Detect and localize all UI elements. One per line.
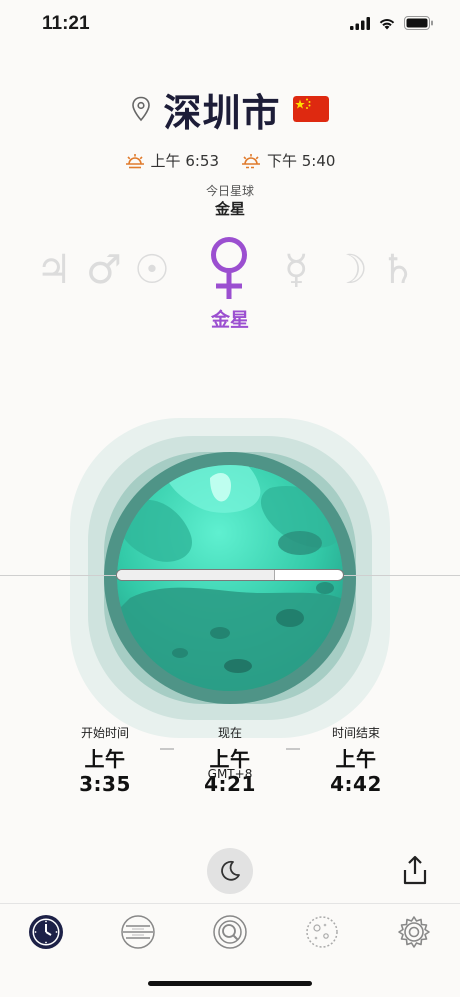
hour-progress-bar (116, 569, 344, 581)
sunset: 下午 5:40 (241, 150, 335, 171)
saturn-symbol-icon[interactable]: ♄ (380, 250, 416, 290)
time-separator (160, 748, 174, 750)
mars-symbol-icon[interactable]: ♂ (86, 250, 122, 290)
current-planet-name: 金星 (210, 309, 249, 331)
now-time-label: 现在 (217, 726, 242, 740)
tab-moon-phase-icon[interactable] (304, 914, 340, 950)
moon-symbol-icon[interactable]: ☽ (332, 250, 368, 290)
now-time: 现在 上午 4:21 (180, 724, 280, 796)
start-time-label: 开始时间 (80, 726, 129, 740)
venus-symbol-icon[interactable] (204, 234, 254, 302)
sunset-icon (242, 153, 260, 168)
home-indicator (148, 981, 312, 986)
sunset-time: 下午 5:40 (267, 152, 336, 170)
tab-hours-icon[interactable] (120, 914, 156, 950)
city-header: 深圳市 (0, 82, 460, 137)
share-button[interactable] (401, 854, 429, 886)
tab-settings-gear-icon[interactable] (396, 914, 432, 950)
timezone-label: GMT+8 (207, 767, 253, 781)
sunrise-time: 上午 6:53 (150, 152, 219, 170)
signal-icon (350, 16, 370, 30)
location-pin-icon[interactable] (131, 96, 151, 122)
hour-progress-fill (117, 570, 276, 580)
status-icons (350, 16, 434, 30)
jupiter-symbol-icon[interactable]: ♃ (36, 250, 72, 290)
sunrise: 上午 6:53 (125, 150, 219, 171)
sun-symbol-icon[interactable]: ☉ (134, 250, 170, 290)
city-name[interactable]: 深圳市 (163, 82, 280, 137)
sun-times: 上午 6:53 下午 5:40 (0, 150, 460, 171)
moon-icon (221, 860, 240, 881)
wifi-icon (379, 18, 395, 29)
time-separator (286, 748, 300, 750)
end-time-label: 时间结束 (331, 726, 380, 740)
tab-clock-icon[interactable] (28, 914, 64, 950)
mercury-symbol-icon[interactable]: ☿ (284, 250, 309, 290)
today-planet-label: 今日星球 (205, 184, 254, 198)
battery-icon (404, 16, 433, 30)
tab-planet-search-icon[interactable] (212, 914, 248, 950)
sunrise-icon (125, 153, 144, 168)
night-mode-button[interactable] (207, 848, 253, 894)
status-time: 11:21 (42, 13, 90, 34)
end-time: 时间结束 上午 4:42 (306, 724, 406, 796)
status-bar: 11:21 (0, 0, 460, 50)
start-time: 开始时间 上午 3:35 (55, 724, 155, 796)
today-planet-value: 金星 (214, 200, 245, 218)
china-flag-icon (292, 96, 329, 122)
